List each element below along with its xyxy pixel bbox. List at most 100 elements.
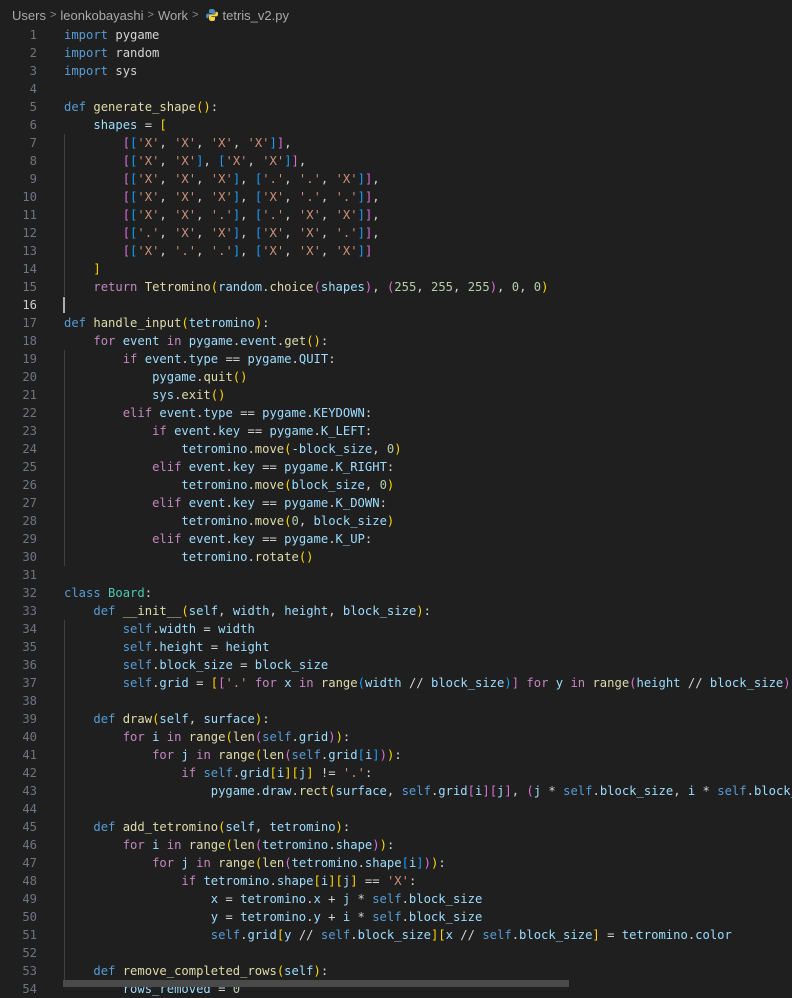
code-token: . [225, 532, 233, 546]
code-token: range [592, 676, 630, 690]
code-line[interactable]: 48 if tetromino.shape[i][j] == 'X': [0, 872, 792, 890]
breadcrumb-work-folder[interactable]: Work [158, 8, 188, 23]
code-line[interactable]: 8 [['X', 'X'], ['X', 'X']], [0, 152, 792, 170]
code-line[interactable]: 13 [['X', '.', '.'], ['X', 'X', 'X']] [0, 242, 792, 260]
code-token: rotate [254, 550, 299, 564]
code-line[interactable]: 5 def generate_shape(): [0, 98, 792, 116]
code-token: () [210, 388, 226, 402]
code-line[interactable]: 26 tetromino.move(block_size, 0) [0, 476, 792, 494]
code-line[interactable]: 12 [['.', 'X', 'X'], ['X', 'X', '.']], [0, 224, 792, 242]
code-line[interactable]: 25 elif event.key == pygame.K_RIGHT: [0, 458, 792, 476]
code-line[interactable]: 22 elif event.type == pygame.KEYDOWN: [0, 404, 792, 422]
code-token: 'X' [137, 154, 160, 168]
code-token: 'X' [210, 136, 233, 150]
code-text: for i in range(len(self.grid)): [64, 728, 351, 746]
code-line[interactable]: 32 class Board: [0, 584, 792, 602]
code-token: , [196, 136, 211, 150]
code-line[interactable]: 29 elif event.key == pygame.K_UP: [0, 530, 792, 548]
code-text: [['X', 'X', 'X'], ['.', '.', 'X']], [64, 170, 380, 188]
code-line[interactable]: 34 self.width = width [0, 620, 792, 638]
code-line[interactable]: 10 [['X', 'X', 'X'], ['X', '.', '.']], [0, 188, 792, 206]
code-token: for [93, 334, 116, 348]
code-line[interactable]: 15 return Tetromino(random.choice(shapes… [0, 278, 792, 296]
code-token: self [291, 748, 321, 762]
code-token: self [122, 622, 153, 636]
code-token: 'X' [262, 244, 285, 258]
code-token: height [225, 640, 270, 654]
code-line[interactable]: 23 if event.key == pygame.K_LEFT: [0, 422, 792, 440]
code-line[interactable]: 18 for event in pygame.event.get(): [0, 332, 792, 350]
code-token: 255 [467, 280, 490, 294]
code-line[interactable]: 21 sys.exit() [0, 386, 792, 404]
code-token: [ [269, 766, 277, 780]
code-line[interactable]: 38 [0, 692, 792, 710]
code-token: def [93, 964, 116, 978]
code-line[interactable]: 17 def handle_input(tetromino): [0, 314, 792, 332]
breadcrumb-users[interactable]: Users [12, 8, 46, 23]
code-line[interactable]: 24 tetromino.move(-block_size, 0) [0, 440, 792, 458]
code-token: tetromino [188, 316, 255, 330]
code-line[interactable]: 33 def __init__(self, width, height, blo… [0, 602, 792, 620]
code-token: ] [416, 856, 424, 870]
code-line[interactable]: 42 if self.grid[i][j] != '.': [0, 764, 792, 782]
code-token: : [320, 964, 329, 978]
breadcrumb-user-folder[interactable]: leonkobayashi [60, 8, 143, 23]
code-token: 'X' [174, 172, 197, 186]
code-editor[interactable]: 1 import pygame 2 import random 3 import sys 4… [0, 26, 792, 998]
code-line[interactable]: 47 for j in range(len(tetromino.shape[i]… [0, 854, 792, 872]
code-token: ) [416, 604, 424, 618]
code-token: 'X' [210, 226, 233, 240]
code-text: if tetromino.shape[i][j] == 'X': [64, 872, 416, 890]
code-token: width [232, 604, 270, 618]
code-line[interactable]: 39 def draw(self, surface): [0, 710, 792, 728]
code-token: key [232, 532, 255, 546]
code-token: , [372, 280, 387, 294]
code-line[interactable]: 4 [0, 80, 792, 98]
code-line[interactable]: 30 tetromino.rotate() [0, 548, 792, 566]
code-token: '.' [262, 172, 285, 186]
code-line[interactable]: 49 x = tetromino.x + j * self.block_size [0, 890, 792, 908]
code-line[interactable]: 3 import sys [0, 62, 792, 80]
code-line[interactable]: 1 import pygame [0, 26, 792, 44]
code-token: == [254, 460, 285, 474]
code-token: block_size [599, 784, 674, 798]
code-line[interactable]: 36 self.block_size = block_size [0, 656, 792, 674]
code-token: x [313, 892, 321, 906]
code-token: 'X' [262, 226, 285, 240]
code-line[interactable]: 37 self.grid = [['.' for x in range(widt… [0, 674, 792, 692]
code-line[interactable]: 51 self.grid[y // self.block_size][x // … [0, 926, 792, 944]
code-line[interactable]: 14 ] [0, 260, 792, 278]
code-line[interactable]: 44 [0, 800, 792, 818]
line-number: 4 [29, 82, 37, 96]
code-line[interactable]: 40 for i in range(len(self.grid)): [0, 728, 792, 746]
code-line[interactable]: 45 def add_tetromino(self, tetromino): [0, 818, 792, 836]
code-line[interactable]: 11 [['X', 'X', '.'], ['.', 'X', 'X']], [0, 206, 792, 224]
code-token: exit [181, 388, 211, 402]
code-line[interactable]: 43 pygame.draw.rect(surface, self.grid[i… [0, 782, 792, 800]
code-line[interactable]: 27 elif event.key == pygame.K_DOWN: [0, 494, 792, 512]
code-line[interactable]: 46 for i in range(len(tetromino.shape)): [0, 836, 792, 854]
code-line[interactable]: 31 [0, 566, 792, 584]
horizontal-scrollbar[interactable] [63, 980, 569, 987]
code-line[interactable]: 7 [['X', 'X', 'X', 'X']], [0, 134, 792, 152]
code-line[interactable]: 19 if event.type == pygame.QUIT: [0, 350, 792, 368]
code-token: pygame [262, 406, 307, 420]
code-token: : [423, 604, 431, 618]
code-line[interactable]: 41 for j in range(len(self.grid[i])): [0, 746, 792, 764]
code-line[interactable]: 53 def remove_completed_rows(self): [0, 962, 792, 980]
breadcrumb-file[interactable]: tetris_v2.py [223, 8, 289, 23]
code-line[interactable]: 50 y = tetromino.y + i * self.block_size [0, 908, 792, 926]
code-line[interactable]: 20 pygame.quit() [0, 368, 792, 386]
code-line[interactable]: 9 [['X', 'X', 'X'], ['.', '.', 'X']], [0, 170, 792, 188]
code-line[interactable]: 28 tetromino.move(0, block_size) [0, 512, 792, 530]
code-line[interactable]: 35 self.height = height [0, 638, 792, 656]
code-line[interactable]: 6 shapes = [ [0, 116, 792, 134]
code-line[interactable]: 52 [0, 944, 792, 962]
code-line[interactable]: 16 [0, 296, 792, 314]
code-line[interactable]: 2 import random [0, 44, 792, 62]
code-token: import [64, 46, 109, 60]
